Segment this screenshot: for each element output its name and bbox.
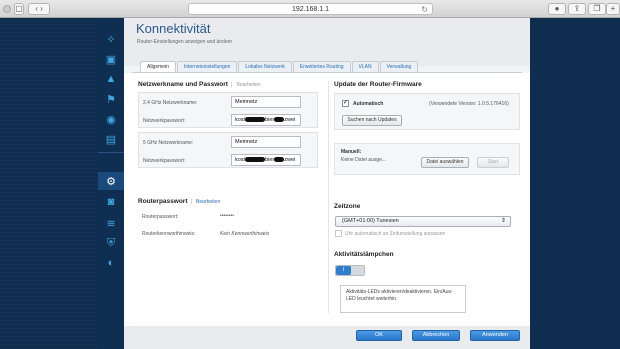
router-pw-edit-link[interactable]: Bearbeiten [196, 199, 220, 205]
pw-5-field[interactable]: kost bier zwei [231, 154, 301, 166]
ssid-5-field[interactable]: Meinnetz [231, 136, 301, 148]
window-controls[interactable] [3, 5, 11, 13]
router-pw-title-text: Routerpasswort [138, 198, 188, 205]
ssid-24-value: Meinnetz [235, 99, 258, 105]
page-subtitle: Router-Einstellungen anzeigen und ändern [137, 39, 233, 45]
title-separator: | [230, 82, 233, 88]
choose-file-button[interactable]: Datei auswählen [421, 157, 469, 168]
sidebar-divider [98, 152, 124, 153]
ok-button[interactable]: OK [356, 330, 402, 341]
reload-icon[interactable]: ↻ [421, 4, 428, 15]
leds-toggle[interactable]: I [335, 265, 365, 276]
router-pw-label: Routerpasswort: [142, 214, 179, 220]
pw-5-mid: bier [265, 157, 275, 163]
title-separator: | [190, 199, 193, 205]
url-text: 192.168.1.1 [292, 6, 329, 13]
network-map-icon[interactable]: ▣ [100, 50, 122, 68]
leds-section-title: Aktivitätslämpchen [334, 251, 394, 258]
redaction-mark [245, 157, 266, 163]
share-icon[interactable]: ⇪ [568, 3, 586, 15]
pw-24-field[interactable]: kost bier zwei [231, 114, 301, 126]
cancel-button[interactable]: Abbrechen [412, 330, 460, 341]
panel-footer: OK Abbrechen Anwenden [124, 326, 530, 349]
camera-icon[interactable]: ◙ [100, 193, 122, 211]
timezone-select[interactable]: (GMT+01:00) Tunesien ⇕ [335, 216, 511, 227]
redaction-mark [245, 117, 266, 123]
ssid-24-label: 2,4 GHz Netzwerkname: [143, 100, 198, 106]
app-sidebar: ✧ ▣ ▲ ⚑ ◉ ▤ ⚙ ◙ ≋ ⛨ ◐ [98, 18, 124, 349]
network-section-title: Netzwerkname und Passwort | Bearbeiten [138, 81, 261, 88]
firmware-section-title: Update der Router-Firmware [334, 81, 422, 88]
router-pw-section-title: Routerpasswort | Bearbeiten [138, 198, 220, 205]
check-updates-button[interactable]: Suchen nach Updates [342, 115, 402, 126]
start-button[interactable]: Start [477, 157, 509, 168]
apply-button[interactable]: Anwenden [470, 330, 520, 341]
pw-24-pre: kost [235, 117, 246, 123]
wifi-24ghz-group: 2,4 GHz Netzwerkname: Meinnetz Netzwerkp… [138, 92, 318, 128]
no-file-text: Keine Datei ausge... [341, 157, 387, 163]
tab-lokales-netzwerk[interactable]: Lokales Netzwerk [238, 61, 292, 72]
timezone-section-title: Zeitzone [334, 203, 361, 210]
firmware-auto-box: ✓ Automatisch (Verwendete Version: 1.0.5… [334, 93, 520, 130]
tab-verwaltung[interactable]: Verwaltung [379, 61, 419, 72]
pw-5-post: zwei [284, 157, 296, 163]
leds-note: Aktivitäts-LEDs aktivieren/deaktivieren.… [340, 285, 466, 313]
pw-24-post: zwei [284, 117, 296, 123]
dst-checkbox[interactable] [335, 230, 342, 237]
timezone-selected: (GMT+01:00) Tunesien [342, 218, 399, 224]
tab-allgemein[interactable]: Allgemein [140, 61, 176, 72]
browser-toolbar: ▢ ‹ › 192.168.1.1 ↻ ● ⇪ ❐ + [0, 0, 620, 18]
info-icon[interactable]: ● [548, 3, 566, 15]
tab-content: Netzwerkname und Passwort | Bearbeiten 2,4… [124, 73, 530, 326]
ssid-24-field[interactable]: Meinnetz [231, 96, 301, 108]
settings-gears-icon[interactable]: ⚙ [98, 172, 124, 190]
speed-icon[interactable]: ◉ [100, 110, 122, 128]
wifi-5ghz-group: 5 GHz Netzwerkname: Meinnetz Netzwerkpas… [138, 132, 318, 168]
tab-vlan[interactable]: VLAN [351, 61, 379, 72]
tab-erweitertes-routing[interactable]: Erweitertes Routing [292, 61, 351, 72]
sidebar-toggle-button[interactable]: ▢ [14, 3, 24, 15]
tab-bar: Allgemein Interneteinstellungen Lokales … [140, 61, 419, 72]
redaction-mark [274, 117, 285, 123]
tab-interneteinstellungen[interactable]: Interneteinstellungen [176, 61, 238, 72]
background-right [530, 18, 620, 349]
ssid-5-value: Meinnetz [235, 139, 258, 145]
auto-update-checkbox[interactable]: ✓ [342, 100, 349, 107]
wireless-icon[interactable]: ≋ [100, 214, 122, 232]
pw-5-pre: kost [235, 157, 246, 163]
pw-24-mid: bier [265, 117, 275, 123]
panel-header: Konnektivität Router-Einstellungen anzei… [124, 18, 530, 66]
router-hint-label: Routerkennworthinweis: [142, 231, 196, 237]
pw-24-label: Netzwerkpasswort: [143, 118, 186, 124]
manual-label: Manuell: [341, 149, 362, 155]
network-edit-link[interactable]: Bearbeiten [237, 82, 261, 88]
network-title-text: Netzwerkname und Passwort [138, 81, 228, 88]
back-forward-buttons[interactable]: ‹ › [28, 3, 50, 15]
warning-icon[interactable]: ▲ [100, 70, 122, 88]
background-left [0, 18, 98, 349]
address-bar[interactable]: 192.168.1.1 ↻ [188, 3, 433, 15]
tabs-icon[interactable]: ❐ [588, 3, 606, 15]
router-pw-value: •••••••• [220, 213, 235, 219]
pw-5-label: Netzwerkpasswort: [143, 158, 186, 164]
wifi-star-icon[interactable]: ✧ [100, 30, 122, 48]
settings-panel: Konnektivität Router-Einstellungen anzei… [124, 18, 530, 349]
ssid-5-label: 5 GHz Netzwerkname: [143, 140, 194, 146]
firmware-version: (Verwendete Version: 1.0.5.176416) [429, 101, 509, 107]
security-icon[interactable]: ⛨ [100, 234, 122, 252]
redaction-mark [274, 157, 285, 163]
auto-update-label: Automatisch [353, 101, 384, 107]
media-icon[interactable]: ▤ [100, 130, 122, 148]
toggle-on-knob: I [336, 266, 351, 275]
column-divider [328, 81, 329, 313]
firmware-manual-box: Manuell: Keine Datei ausge... Datei ausw… [334, 143, 520, 175]
parental-controls-icon[interactable]: ⚑ [100, 90, 122, 108]
new-tab-button[interactable]: + [606, 3, 620, 15]
page-title: Konnektivität [136, 21, 211, 36]
dst-label: Uhr automatisch an Zeitumstellung anpass… [345, 231, 446, 237]
router-hint-value: Kein Kennworthinweis [220, 231, 270, 237]
select-arrows-icon: ⇕ [500, 218, 506, 224]
support-icon[interactable]: ◐ [100, 254, 122, 272]
